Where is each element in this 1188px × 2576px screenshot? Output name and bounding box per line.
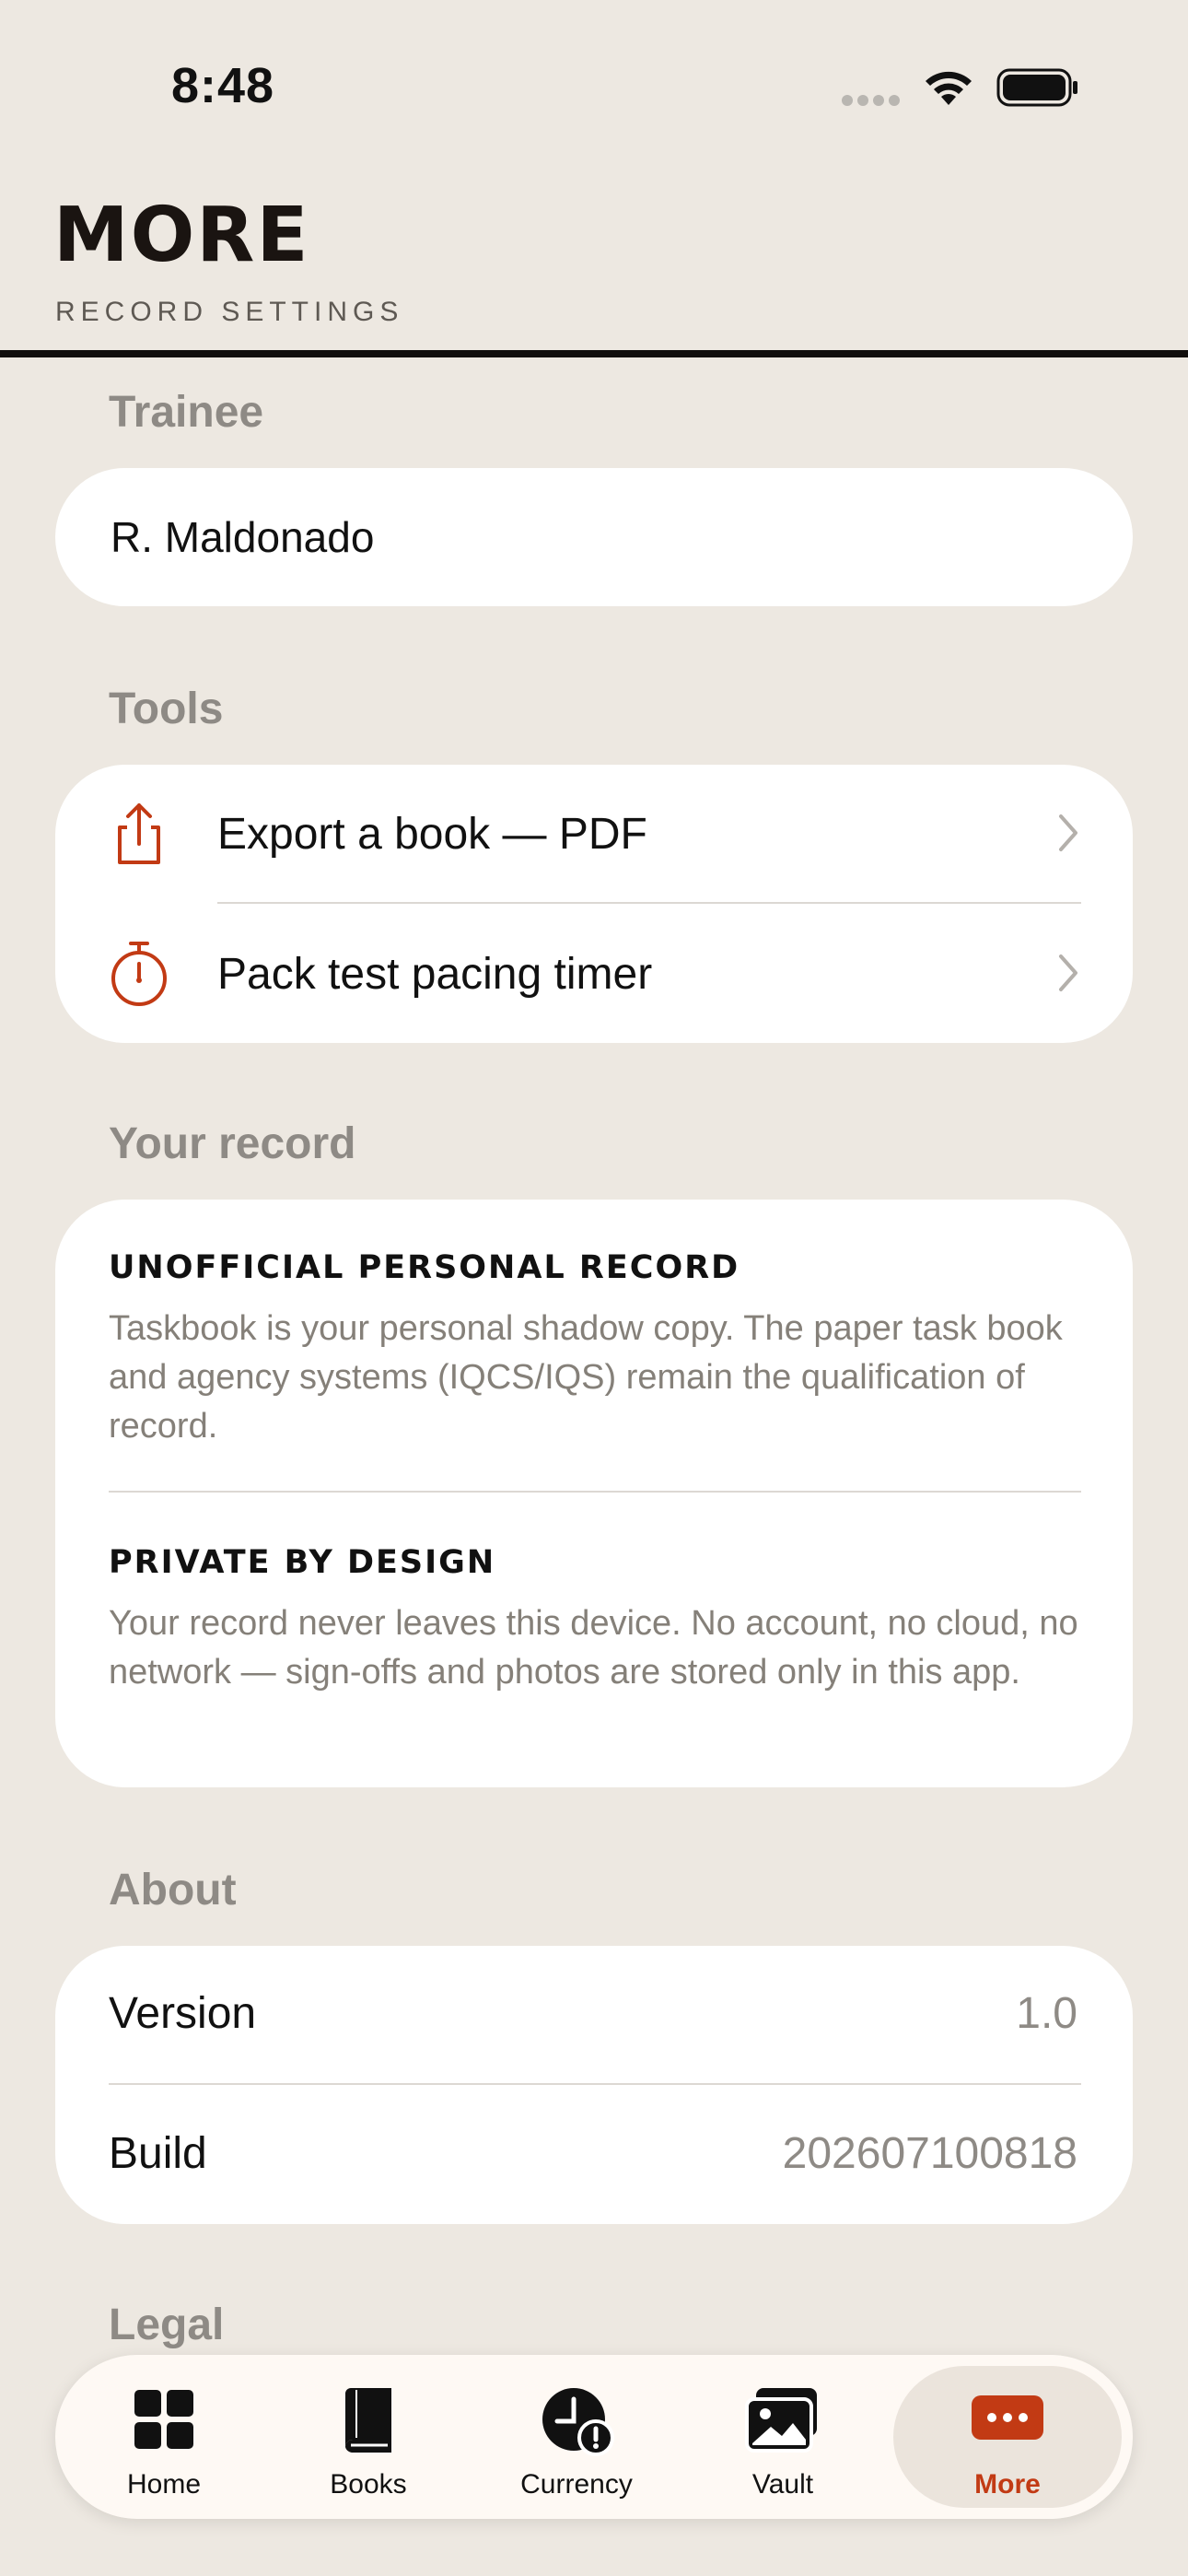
header-divider xyxy=(0,350,1188,357)
wifi-icon xyxy=(926,71,972,105)
tab-vault-label: Vault xyxy=(751,2469,814,2500)
version-row: Version 1.0 xyxy=(55,1946,1133,2084)
grid-icon xyxy=(134,2390,193,2449)
private-design-body: Your record never leaves this device. No… xyxy=(109,1604,1078,1692)
record-info-card: UNOFFICIAL PERSONAL RECORD Taskbook is y… xyxy=(55,1200,1133,1787)
section-label-about: About xyxy=(109,1866,237,1914)
tab-home-label: Home xyxy=(126,2469,202,2500)
pacing-timer-row[interactable]: Pack test pacing timer xyxy=(55,905,1133,1043)
chevron-right-icon xyxy=(1059,954,1077,991)
unofficial-record-body: Taskbook is your personal shadow copy. T… xyxy=(109,1309,1063,1446)
tab-books-label: Books xyxy=(330,2469,407,2500)
cellular-signal-icon xyxy=(842,94,915,107)
photos-icon xyxy=(745,2388,817,2453)
tab-currency-label: Currency xyxy=(520,2469,633,2500)
row-divider xyxy=(217,902,1081,904)
section-label-your-record: Your record xyxy=(109,1119,356,1168)
ellipsis-icon xyxy=(972,2395,1043,2440)
tab-more[interactable]: More xyxy=(893,2366,1122,2508)
page-subtitle: RECORD SETTINGS xyxy=(55,297,404,327)
unofficial-record-heading: UNOFFICIAL PERSONAL RECORD xyxy=(109,1249,740,1286)
block-divider xyxy=(109,1491,1081,1493)
about-card: Version 1.0 Build 202607100818 xyxy=(55,1946,1133,2224)
section-label-trainee: Trainee xyxy=(109,388,264,437)
tab-home[interactable]: Home xyxy=(63,2366,265,2508)
clock-alert-icon xyxy=(542,2388,614,2456)
share-icon xyxy=(118,803,160,864)
trainee-name[interactable]: R. Maldonado xyxy=(111,512,374,562)
page-title: MORE xyxy=(53,192,310,279)
version-value: 1.0 xyxy=(1016,1989,1077,2038)
pacing-timer-label: Pack test pacing timer xyxy=(217,950,653,999)
build-row: Build 202607100818 xyxy=(55,2086,1133,2224)
export-pdf-row[interactable]: Export a book — PDF xyxy=(55,765,1133,903)
row-divider xyxy=(109,2083,1081,2085)
tab-books[interactable]: Books xyxy=(267,2366,470,2508)
tab-vault[interactable]: Vault xyxy=(681,2366,884,2508)
chevron-right-icon xyxy=(1059,814,1077,851)
private-design-heading: PRIVATE BY DESIGN xyxy=(109,1544,496,1581)
status-time: 8:48 xyxy=(171,58,275,113)
tab-more-label: More xyxy=(974,2469,1041,2500)
section-label-legal: Legal xyxy=(109,2301,225,2349)
build-key: Build xyxy=(109,2129,207,2178)
tab-bar: Home Books Currency Vault More xyxy=(55,2355,1133,2519)
battery-icon xyxy=(996,68,1077,107)
section-label-tools: Tools xyxy=(109,685,224,733)
trainee-name-field[interactable]: R. Maldonado xyxy=(55,468,1133,606)
build-value: 202607100818 xyxy=(782,2129,1077,2178)
book-icon xyxy=(345,2388,391,2453)
tools-card: Export a book — PDF Pack test pacing tim… xyxy=(55,765,1133,1043)
export-pdf-label: Export a book — PDF xyxy=(217,810,647,859)
version-key: Version xyxy=(109,1989,257,2038)
tab-currency[interactable]: Currency xyxy=(475,2366,678,2508)
stopwatch-icon xyxy=(111,942,167,1006)
